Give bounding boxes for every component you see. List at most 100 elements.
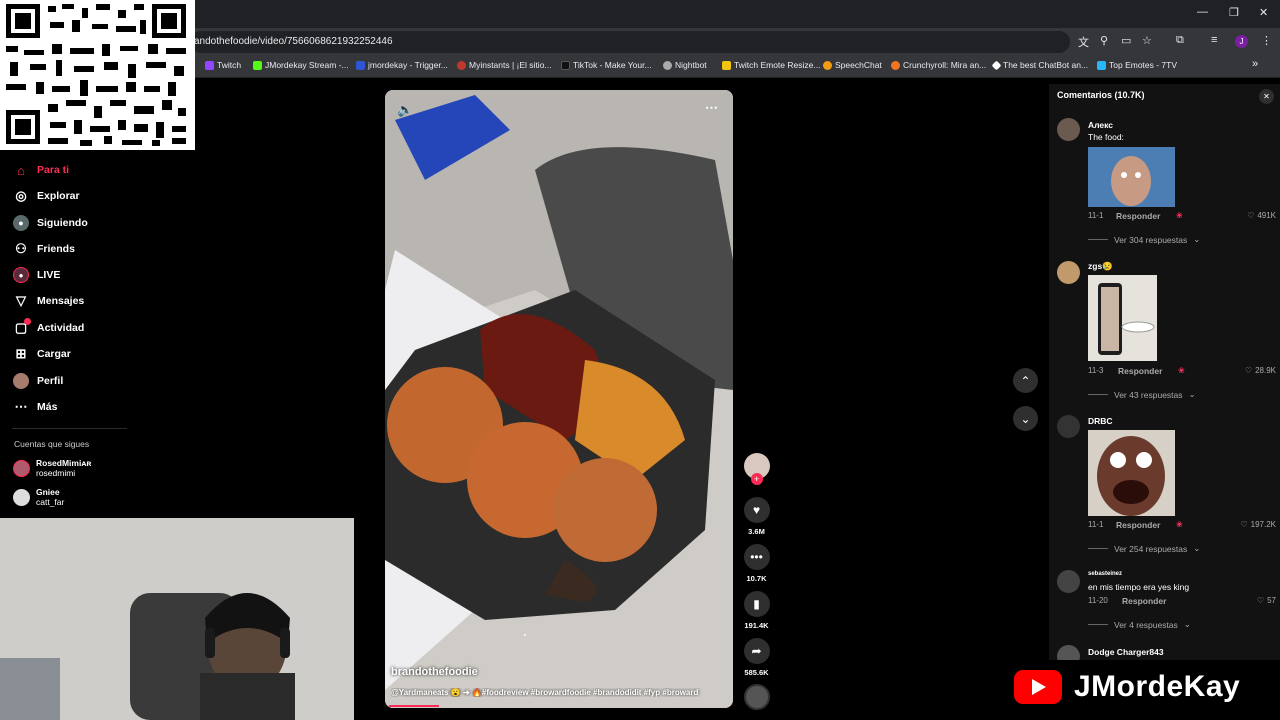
restore-icon[interactable]: ❐ bbox=[1229, 6, 1239, 19]
sound-disc-button[interactable] bbox=[742, 684, 771, 710]
comment-gif bbox=[1088, 275, 1157, 361]
next-video-button[interactable]: ⌄ bbox=[1013, 406, 1038, 431]
divider bbox=[1088, 239, 1108, 240]
sidebar-item-actividad[interactable]: ▢ Actividad bbox=[13, 318, 84, 336]
minimize-icon[interactable]: — bbox=[1197, 6, 1208, 18]
divider bbox=[1088, 624, 1108, 625]
bookmark-myinstants[interactable]: Myinstants | ¡El sitio... bbox=[457, 60, 552, 70]
sidebar-item-cargar[interactable]: ⊞ Cargar bbox=[13, 346, 71, 362]
comment-author[interactable]: Dodge Charger843 bbox=[1088, 647, 1164, 657]
sidebar-item-mas[interactable]: ⋯ Más bbox=[13, 399, 58, 415]
cast-icon[interactable]: ▭ bbox=[1121, 34, 1131, 47]
chatbot-icon bbox=[991, 60, 1002, 70]
comment-like-button[interactable]: ♡ 28.9K bbox=[1245, 366, 1276, 375]
view-replies-button[interactable]: Ver 304 respuestas ⌄ bbox=[1088, 234, 1200, 245]
sidebar-item-para-ti[interactable]: ⌂ Para ti bbox=[13, 162, 69, 178]
bookmark-icon: ▮ bbox=[743, 591, 770, 617]
bookmark-chatbot[interactable]: The best ChatBot an... bbox=[991, 60, 1088, 70]
address-bar[interactable]: andothefoodie/video/7566068621932252446 bbox=[190, 31, 1070, 53]
avatar[interactable] bbox=[1057, 261, 1080, 284]
like-button[interactable]: ♥ 3.6M bbox=[742, 497, 771, 536]
comment-author[interactable]: DRBC bbox=[1088, 416, 1113, 426]
close-comments-button[interactable]: ✕ bbox=[1259, 89, 1274, 104]
sidebar-item-friends[interactable]: ⚇ Friends bbox=[13, 241, 75, 257]
friends-icon: ⚇ bbox=[15, 241, 27, 256]
media-icon[interactable]: ≡ bbox=[1211, 34, 1217, 46]
avatar[interactable] bbox=[1057, 415, 1080, 438]
webcam-image bbox=[0, 518, 354, 720]
qr-code-graphic bbox=[6, 4, 186, 146]
bookmark-7tv[interactable]: Top Emotes - 7TV bbox=[1097, 60, 1177, 70]
comment-image[interactable] bbox=[1088, 147, 1175, 207]
following-account[interactable]: Gniee catt_far bbox=[13, 487, 64, 507]
profile-icon bbox=[13, 373, 29, 389]
bookmark-star-icon[interactable]: ☆ bbox=[1142, 34, 1152, 47]
comment-image[interactable] bbox=[1088, 275, 1157, 361]
close-window-icon[interactable]: ✕ bbox=[1259, 6, 1268, 19]
volume-icon[interactable]: 🔈 bbox=[397, 102, 413, 118]
avatar[interactable] bbox=[1057, 118, 1080, 141]
previous-video-button[interactable]: ⌃ bbox=[1013, 368, 1038, 393]
sidebar-item-live[interactable]: ● LIVE bbox=[13, 267, 60, 283]
bookmark-twitch[interactable]: Twitch bbox=[205, 60, 241, 70]
comment-like-button[interactable]: ♡ 491K bbox=[1247, 211, 1276, 220]
bookmark-trigger[interactable]: jmordekay - Trigger... bbox=[356, 60, 448, 70]
channel-name: JMordeKay bbox=[1074, 670, 1241, 703]
author-avatar-button[interactable]: + bbox=[742, 453, 771, 485]
like-count: 3.6M bbox=[748, 527, 765, 536]
creator-liked-icon: ❀ bbox=[1176, 520, 1183, 529]
bookmark-speechchat[interactable]: SpeechChat bbox=[823, 60, 882, 70]
zoom-icon[interactable]: ⚲ bbox=[1100, 34, 1108, 47]
comment-image[interactable] bbox=[1088, 430, 1175, 516]
heart-outline-icon: ♡ bbox=[1244, 366, 1253, 375]
twitch-icon bbox=[205, 60, 214, 70]
comment-author[interactable]: zgs😢 bbox=[1088, 261, 1113, 272]
follow-plus-icon[interactable]: + bbox=[750, 473, 763, 485]
more-options-icon[interactable]: ⋯ bbox=[705, 100, 718, 116]
divider bbox=[1088, 548, 1108, 549]
progress-bar[interactable] bbox=[389, 705, 439, 707]
view-replies-button[interactable]: Ver 4 respuestas ⌄ bbox=[1088, 619, 1191, 630]
bookmarks-overflow-icon[interactable]: » bbox=[1252, 58, 1258, 70]
following-account[interactable]: RosedMimiᴀʀ rosedmimi bbox=[13, 458, 91, 478]
sidebar-item-mensajes[interactable]: ▽ Mensajes bbox=[13, 293, 84, 309]
translate-icon[interactable]: 文 bbox=[1078, 34, 1089, 50]
profile-avatar[interactable]: J bbox=[1235, 35, 1248, 48]
video-player[interactable]: 🔈 ⋯ brandothefoodie @Yardmaneats 😮 ➜ 🔥#f… bbox=[385, 90, 733, 708]
menu-kebab-icon[interactable]: ⋮ bbox=[1261, 34, 1272, 47]
webcam-overlay bbox=[0, 518, 354, 720]
reply-button[interactable]: Responder bbox=[1116, 520, 1160, 530]
activity-icon: ▢ bbox=[13, 318, 31, 336]
view-replies-button[interactable]: Ver 254 respuestas ⌄ bbox=[1088, 543, 1200, 554]
more-icon: ⋯ bbox=[14, 399, 28, 414]
bookmark-nightbot[interactable]: Nightbot bbox=[663, 60, 707, 70]
sidebar-item-explorar[interactable]: ◎ Explorar bbox=[13, 188, 79, 204]
7tv-icon bbox=[1097, 60, 1106, 70]
comment-gif bbox=[1088, 147, 1175, 207]
share-button[interactable]: ➦ 585.6K bbox=[742, 638, 771, 677]
heart-outline-icon: ♡ bbox=[1247, 211, 1255, 220]
compass-icon: ◎ bbox=[15, 188, 27, 203]
view-replies-button[interactable]: Ver 43 respuestas ⌄ bbox=[1088, 389, 1196, 400]
comment-like-button[interactable]: ♡ 57 bbox=[1257, 596, 1276, 605]
comment-author[interactable]: sebasteinez bbox=[1088, 571, 1122, 577]
video-caption: @Yardmaneats 😮 ➜ 🔥#foodreview #browardfo… bbox=[391, 688, 699, 697]
avatar[interactable] bbox=[1057, 570, 1080, 593]
bookmark-emote-resizer[interactable]: Twitch Emote Resize... bbox=[722, 60, 820, 70]
reply-button[interactable]: Responder bbox=[1122, 596, 1166, 606]
comment-author[interactable]: Алекс bbox=[1088, 120, 1113, 130]
sidebar-item-siguiendo[interactable]: ● Siguiendo bbox=[13, 215, 88, 231]
save-button[interactable]: ▮ 191.4K bbox=[742, 591, 771, 630]
extensions-icon[interactable]: ⧉ bbox=[1176, 34, 1184, 47]
comment-button[interactable]: ••• 10.7K bbox=[742, 544, 771, 583]
bookmark-tiktok[interactable]: TikTok - Make Your... bbox=[561, 60, 652, 70]
reply-button[interactable]: Responder bbox=[1118, 366, 1162, 376]
video-author[interactable]: brandothefoodie bbox=[391, 666, 478, 678]
reply-button[interactable]: Responder bbox=[1116, 211, 1160, 221]
bookmark-kick[interactable]: JMordekay Stream -... bbox=[253, 60, 349, 70]
chevron-down-icon: ⌄ bbox=[1193, 234, 1201, 244]
sidebar-item-perfil[interactable]: Perfil bbox=[13, 373, 63, 389]
comment-like-button[interactable]: ♡ 197.2K bbox=[1240, 520, 1276, 529]
comment-date: 11-1 bbox=[1088, 520, 1104, 529]
bookmark-crunchyroll[interactable]: Crunchyroll: Mira an... bbox=[891, 60, 986, 70]
